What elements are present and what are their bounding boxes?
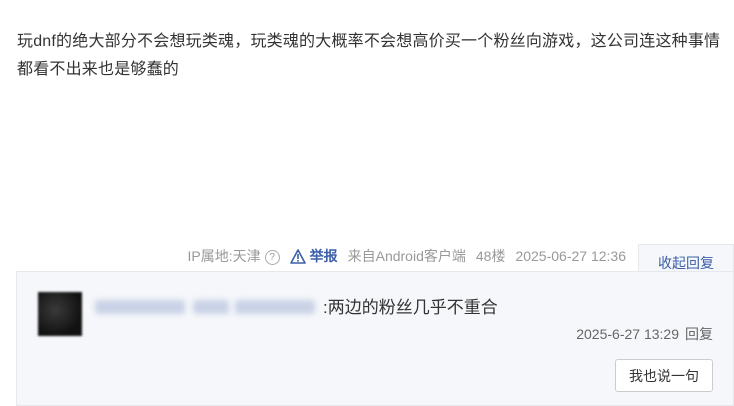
post-time: 2025-06-27 12:36 (515, 248, 626, 264)
post-content: 玩dnf的绝大部分不会想玩类魂，玩类魂的大概率不会想高价买一个粉丝向游戏，这公司… (17, 33, 721, 78)
help-icon[interactable]: ? (264, 249, 280, 265)
reply-text: :两边的粉丝几乎不重合 (323, 298, 498, 317)
warning-icon (289, 248, 306, 264)
ip-location: IP属地:天津? (187, 246, 280, 266)
avatar[interactable] (38, 292, 82, 336)
post-meta-bar: IP属地:天津? 举报 来自Android客户端 48楼 2025-06-27 … (0, 243, 734, 281)
ip-location-label: IP属地:天津 (187, 248, 261, 264)
say-something-button[interactable]: 我也说一句 (615, 359, 713, 392)
username-blurred (193, 300, 229, 314)
reply-meta: 2025-6-27 13:29 回复 (576, 324, 713, 344)
reply-time: 2025-6-27 13:29 (576, 326, 679, 342)
client-source: 来自Android客户端 (347, 248, 466, 264)
reply-panel: :两边的粉丝几乎不重合 2025-6-27 13:29 回复 我也说一句 (16, 271, 734, 406)
floor-number: 48楼 (475, 248, 506, 264)
report-link[interactable]: 举报 (289, 246, 338, 266)
report-label: 举报 (309, 248, 338, 264)
username-blurred[interactable] (95, 300, 185, 314)
username-blurred (235, 300, 315, 314)
reply-link[interactable]: 回复 (685, 326, 713, 342)
